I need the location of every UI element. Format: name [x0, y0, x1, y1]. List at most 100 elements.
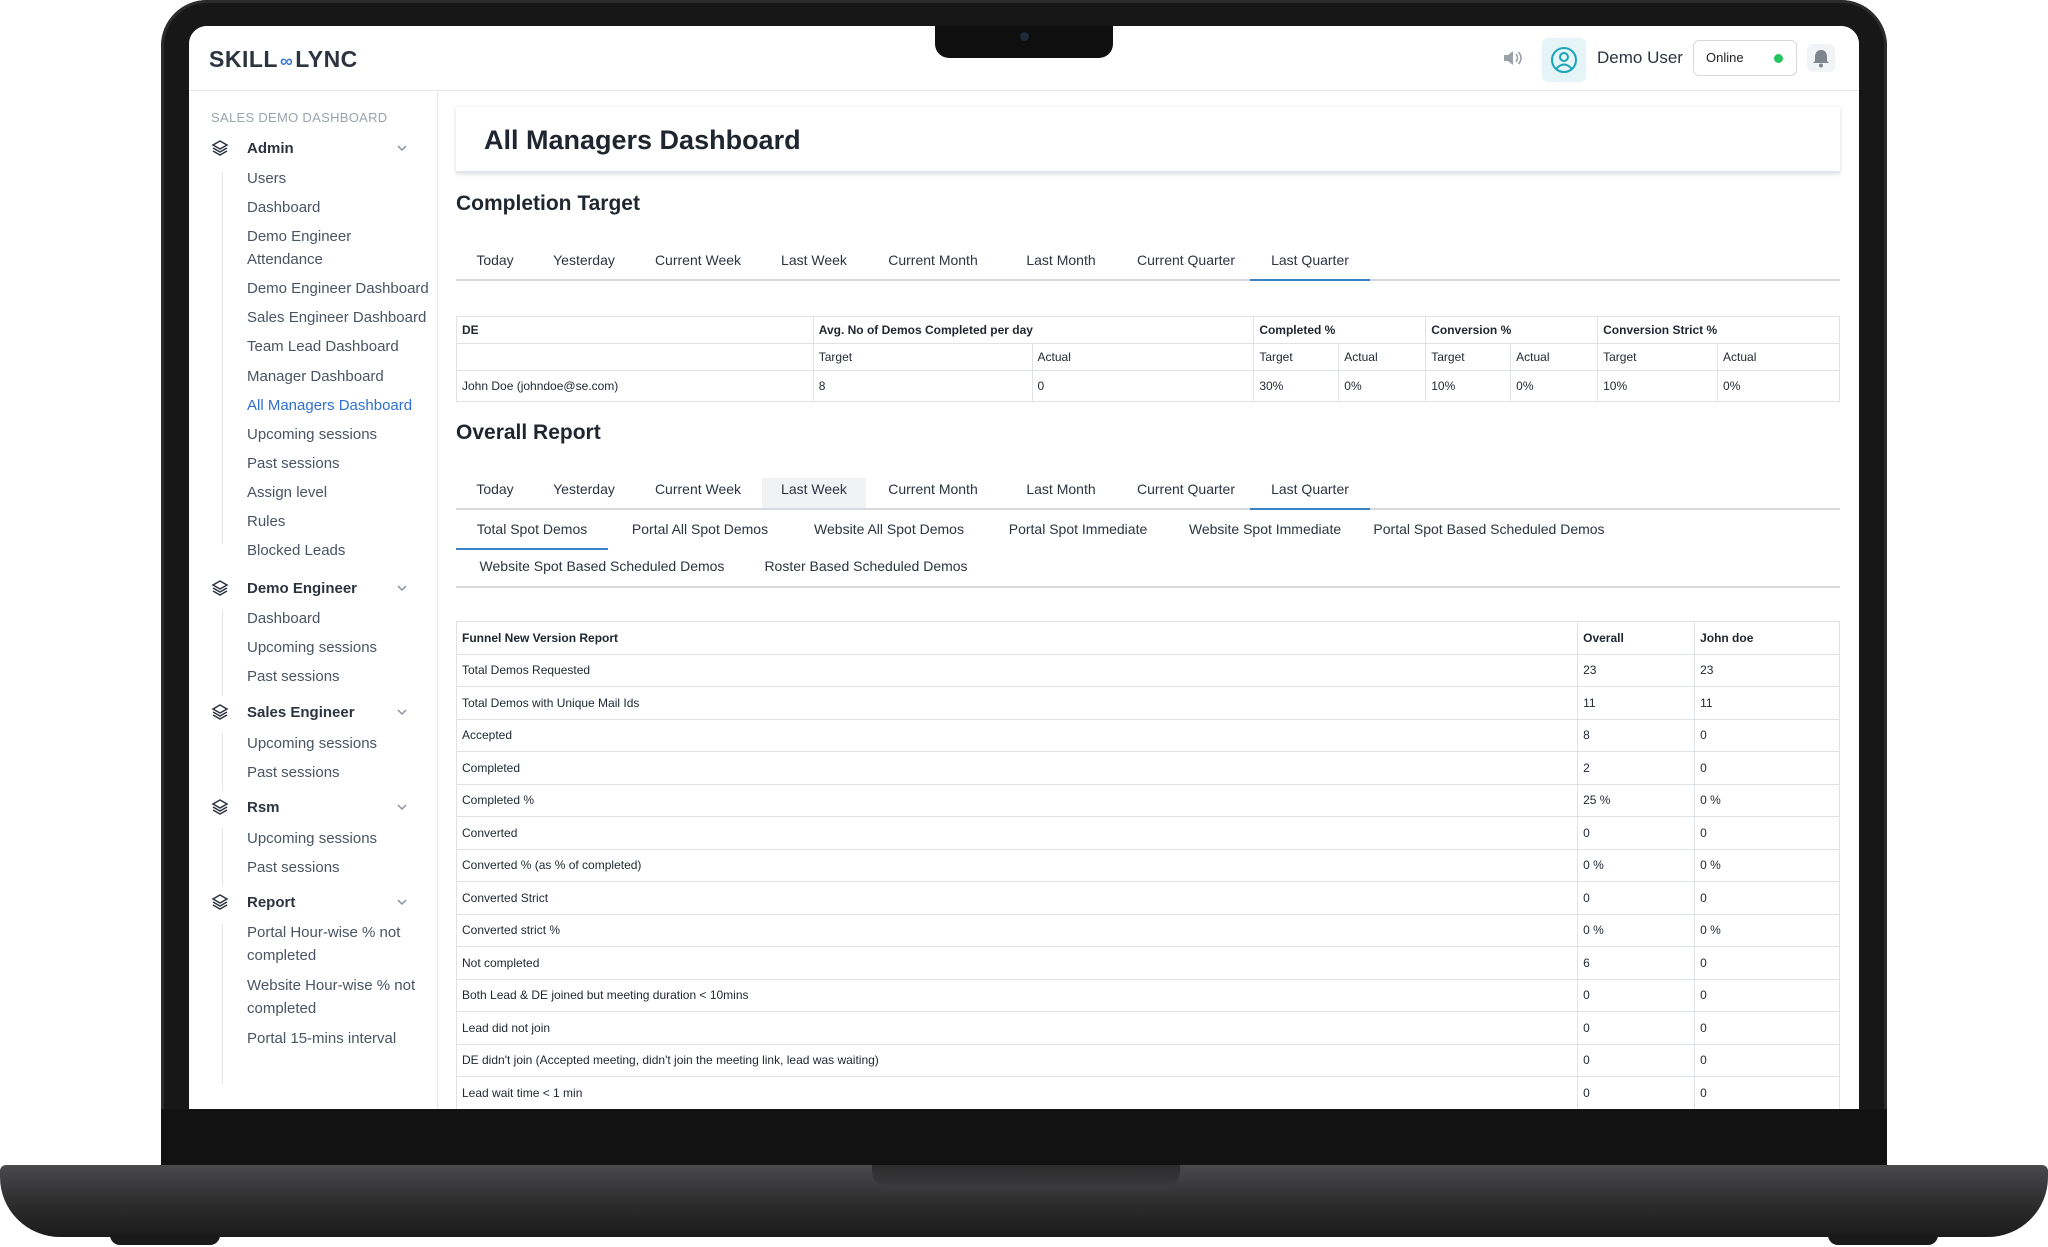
subtab-portal-all-spot-demos[interactable]: Portal All Spot Demos [608, 518, 792, 548]
table-cell: 30% [1253, 370, 1340, 402]
tab-last-quarter[interactable]: Last Quarter [1250, 249, 1370, 281]
subtab-website-spot-immediate[interactable]: Website Spot Immediate [1170, 518, 1360, 548]
tab-current-quarter[interactable]: Current Quarter [1122, 249, 1250, 279]
john-doe-value: 0 [1694, 1076, 1840, 1109]
john-doe-value: 0 [1694, 1043, 1840, 1077]
subtab-total-spot-demos[interactable]: Total Spot Demos [456, 518, 608, 550]
overall-report-subtabs: Total Spot Demos Portal All Spot Demos W… [456, 510, 1840, 588]
chevron-down-icon[interactable] [395, 705, 409, 719]
table-cell: 0% [1510, 370, 1599, 402]
subtab-portal-spot-based-scheduled[interactable]: Portal Spot Based Scheduled Demos [1360, 518, 1618, 548]
sidebar-item-portal-15-mins-interval[interactable]: Portal 15-mins interval [247, 1027, 437, 1050]
tab-last-week[interactable]: Last Week [762, 478, 866, 508]
chevron-down-icon[interactable] [395, 800, 409, 814]
subtab-portal-spot-immediate[interactable]: Portal Spot Immediate [986, 518, 1170, 548]
subheader-actual: Actual [1510, 343, 1599, 371]
brand-logo[interactable]: SKILL ∞LYNC [209, 46, 358, 73]
row-label: Lead wait time < 1 min [455, 1076, 1579, 1109]
overall-value: 8 [1577, 718, 1696, 752]
chevron-down-icon[interactable] [395, 581, 409, 595]
sidebar-item-upcoming-sessions[interactable]: Upcoming sessions [247, 827, 437, 850]
avatar[interactable] [1542, 38, 1586, 82]
chevron-down-icon[interactable] [395, 895, 409, 909]
tab-last-month[interactable]: Last Month [1000, 478, 1122, 508]
tab-current-quarter[interactable]: Current Quarter [1122, 478, 1250, 508]
table-cell: 0% [1338, 370, 1427, 402]
column-header-conversion: Conversion % [1425, 316, 1599, 344]
sidebar-item-demo-engineer-attendance[interactable]: Demo Engineer Attendance [247, 225, 427, 271]
john-doe-value: 0 [1694, 718, 1840, 752]
sidebar-section-demo-engineer[interactable]: Demo Engineer [211, 577, 421, 603]
sidebar-item-rules[interactable]: Rules [247, 510, 437, 533]
row-label: Both Lead & DE joined but meeting durati… [455, 978, 1579, 1012]
sidebar-item-users[interactable]: Users [247, 167, 437, 190]
john-doe-value: 0 % [1694, 783, 1840, 817]
sidebar-item-portal-hour-wise[interactable]: Portal Hour-wise % not completed [247, 921, 427, 967]
sidebar-item-sales-engineer-dashboard[interactable]: Sales Engineer Dashboard [247, 306, 437, 329]
sidebar-item-upcoming-sessions[interactable]: Upcoming sessions [247, 636, 437, 659]
sidebar-item-dashboard[interactable]: Dashboard [247, 607, 437, 630]
tab-current-month[interactable]: Current Month [866, 478, 1000, 508]
sidebar-item-demo-engineer-dashboard[interactable]: Demo Engineer Dashboard [247, 277, 437, 300]
tab-yesterday[interactable]: Yesterday [534, 478, 634, 508]
bell-icon [1813, 50, 1829, 68]
tab-last-quarter[interactable]: Last Quarter [1250, 478, 1370, 510]
sidebar-guide-line [222, 924, 223, 1084]
row-label: Completed [455, 751, 1579, 785]
table-row: Total Demos with Unique Mail Ids 11 11 [455, 686, 1840, 720]
sidebar-item-blocked-leads[interactable]: Blocked Leads [247, 539, 437, 562]
status-toggle[interactable]: Online [1693, 40, 1797, 76]
row-label: Converted Strict [455, 881, 1579, 915]
table-row: Converted Strict 0 0 [455, 881, 1840, 915]
john-doe-value: 0 % [1694, 913, 1840, 947]
sidebar-guide-line [222, 828, 223, 886]
sidebar-section-admin[interactable]: Admin [211, 137, 421, 163]
tab-last-month[interactable]: Last Month [1000, 249, 1122, 279]
sidebar-item-website-hour-wise[interactable]: Website Hour-wise % not completed [247, 974, 427, 1020]
subheader-actual: Actual [1338, 343, 1427, 371]
sidebar-item-past-sessions[interactable]: Past sessions [247, 856, 437, 879]
sidebar-item-manager-dashboard[interactable]: Manager Dashboard [247, 365, 437, 388]
sidebar-item-all-managers-dashboard[interactable]: All Managers Dashboard [247, 394, 437, 417]
sidebar-item-past-sessions[interactable]: Past sessions [247, 665, 437, 688]
sidebar-item-team-lead-dashboard[interactable]: Team Lead Dashboard [247, 335, 437, 358]
john-doe-value: 0 [1694, 881, 1840, 915]
notifications-button[interactable] [1807, 44, 1835, 72]
sidebar-item-past-sessions[interactable]: Past sessions [247, 761, 437, 784]
row-label: Converted strict % [455, 913, 1579, 947]
overall-value: 0 % [1577, 848, 1696, 882]
tab-current-week[interactable]: Current Week [634, 478, 762, 508]
sidebar-item-upcoming-sessions[interactable]: Upcoming sessions [247, 423, 437, 446]
tab-last-week[interactable]: Last Week [762, 249, 866, 279]
tab-yesterday[interactable]: Yesterday [534, 249, 634, 279]
sidebar-section-report[interactable]: Report [211, 891, 421, 917]
sidebar-item-assign-level[interactable]: Assign level [247, 481, 437, 504]
column-header-overall: Overall [1577, 621, 1696, 655]
logo-right: LYNC [295, 46, 358, 72]
sidebar-section-sales-engineer[interactable]: Sales Engineer [211, 701, 421, 727]
sidebar-item-past-sessions[interactable]: Past sessions [247, 452, 437, 475]
subtab-website-spot-based-scheduled[interactable]: Website Spot Based Scheduled Demos [456, 555, 748, 585]
subtab-roster-based-scheduled[interactable]: Roster Based Scheduled Demos [748, 555, 984, 585]
camera-icon [1020, 32, 1029, 41]
subtab-website-all-spot-demos[interactable]: Website All Spot Demos [792, 518, 986, 548]
sidebar-item-upcoming-sessions[interactable]: Upcoming sessions [247, 732, 437, 755]
sidebar-section-rsm[interactable]: Rsm [211, 796, 421, 822]
table-header-row: Funnel New Version Report Overall John d… [455, 621, 1840, 655]
table-row: Converted strict % 0 % 0 % [455, 913, 1840, 947]
sidebar-item-dashboard[interactable]: Dashboard [247, 196, 437, 219]
column-header-avg-demos: Avg. No of Demos Completed per day [812, 316, 1255, 344]
tab-today[interactable]: Today [456, 249, 534, 279]
chevron-down-icon[interactable] [395, 141, 409, 155]
table-header-row: DE Avg. No of Demos Completed per day Co… [456, 316, 1840, 344]
layers-icon [211, 799, 229, 815]
tab-current-week[interactable]: Current Week [634, 249, 762, 279]
row-label: Total Demos with Unique Mail Ids [455, 686, 1579, 720]
john-doe-value: 23 [1694, 653, 1840, 687]
table-row: Lead did not join 0 0 [455, 1011, 1840, 1045]
tab-current-month[interactable]: Current Month [866, 249, 1000, 279]
speaker-icon[interactable] [1501, 48, 1523, 68]
table-row: Not completed 6 0 [455, 946, 1840, 980]
tab-today[interactable]: Today [456, 478, 534, 508]
column-header-conversion-strict: Conversion Strict % [1597, 316, 1840, 344]
